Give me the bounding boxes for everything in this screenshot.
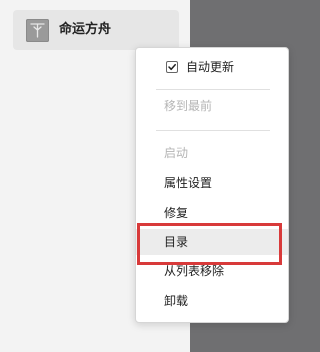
game-cover-icon [26, 19, 49, 42]
menu-item-directory[interactable]: 目录 [136, 229, 288, 255]
menu-item-repair[interactable]: 修复 [136, 200, 288, 226]
menu-item-move-to-top: 移到最前 [136, 93, 288, 119]
menu-item-properties[interactable]: 属性设置 [136, 170, 288, 196]
menu-item-label: 属性设置 [164, 176, 213, 190]
menu-item-launch: 启动 [136, 140, 288, 166]
menu-item-label: 卸载 [164, 294, 189, 308]
game-title: 命运方舟 [59, 22, 112, 37]
menu-item-label: 修复 [164, 206, 189, 220]
menu-item-label: 自动更新 [186, 60, 235, 74]
menu-item-label: 移到最前 [164, 99, 213, 113]
menu-separator [156, 130, 270, 131]
menu-separator [156, 89, 270, 90]
game-list-item[interactable]: 命运方舟 [13, 10, 179, 50]
menu-item-label: 启动 [164, 146, 189, 160]
menu-item-remove-from-list[interactable]: 从列表移除 [136, 258, 288, 284]
context-menu: 自动更新 移到最前 启动 属性设置 修复 目录 从列表移除 卸载 [135, 47, 289, 323]
menu-item-auto-update[interactable]: 自动更新 [136, 54, 288, 80]
auto-update-checkbox[interactable] [166, 61, 178, 73]
menu-item-label: 目录 [164, 235, 189, 249]
menu-item-label: 从列表移除 [164, 264, 225, 278]
menu-item-uninstall[interactable]: 卸载 [136, 288, 288, 314]
